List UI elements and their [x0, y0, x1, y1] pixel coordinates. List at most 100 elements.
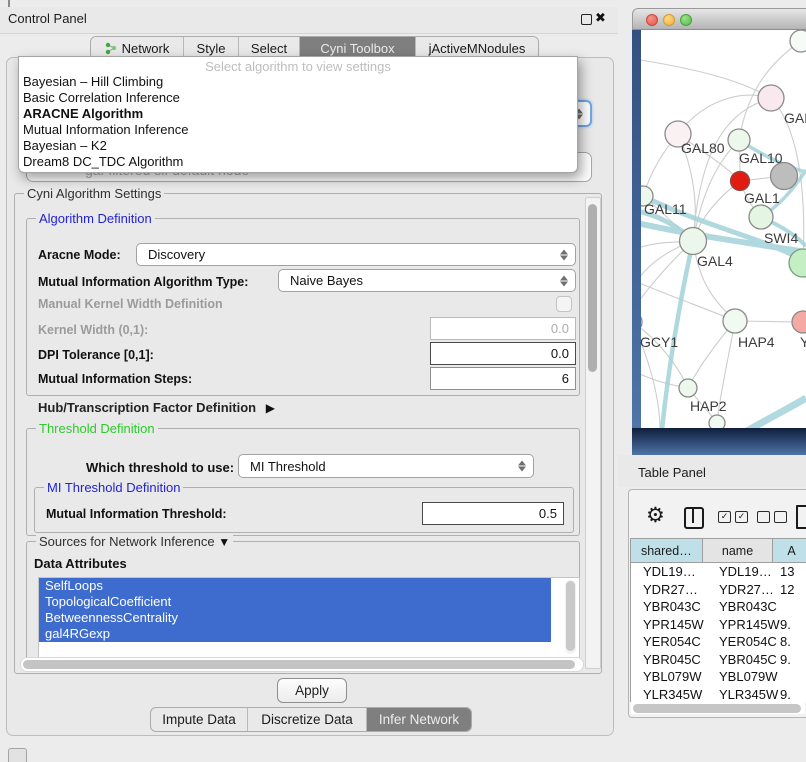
- close-traffic-light-icon[interactable]: [646, 14, 658, 26]
- table-row[interactable]: YBR045CYBR045C9.: [631, 651, 806, 669]
- settings-vertical-scrollbar[interactable]: [585, 197, 601, 669]
- sources-toggle[interactable]: Sources for Network Inference ▼: [36, 534, 233, 549]
- node[interactable]: [790, 30, 806, 52]
- node-gal1-red[interactable]: [731, 172, 750, 191]
- node-label: GAL1: [744, 190, 780, 206]
- cell: YER054C: [631, 634, 704, 649]
- tab-impute-data[interactable]: Impute Data: [151, 708, 248, 731]
- mi-threshold-group-title: MI Threshold Definition: [44, 480, 183, 495]
- cell: YBR045C: [704, 652, 776, 667]
- kernel-width-label: Kernel Width (0,1):: [38, 323, 148, 337]
- node[interactable]: [709, 415, 725, 428]
- network-window-frame: [632, 30, 641, 428]
- scrollbar-thumb[interactable]: [633, 704, 801, 713]
- network-canvas[interactable]: [641, 30, 806, 428]
- unchecked-box-icon: [757, 511, 770, 523]
- columns-icon[interactable]: [684, 507, 704, 529]
- network-icon: [105, 42, 118, 55]
- close-icon[interactable]: ✖: [595, 10, 606, 26]
- cyni-settings-title: Cyni Algorithm Settings: [24, 186, 164, 201]
- table-row[interactable]: YLR345WYLR345W9.: [631, 686, 806, 703]
- network-graph: [641, 30, 806, 428]
- select-all-columns-button[interactable]: ✓ ✓: [718, 511, 748, 523]
- combo-spinner-icon: [560, 275, 568, 286]
- bottom-tabbar: Impute Data Discretize Data Infer Networ…: [150, 707, 472, 732]
- table-row[interactable]: YDL19…YDL19…13: [631, 563, 806, 581]
- node-gal-pink[interactable]: [758, 85, 784, 111]
- tab-infer-network[interactable]: Infer Network: [367, 708, 471, 731]
- table-row[interactable]: YBL079WYBL079W: [631, 668, 806, 686]
- table-row[interactable]: YER054CYER054C8.: [631, 633, 806, 651]
- apply-button-label: Apply: [295, 683, 329, 698]
- list-item[interactable]: SelfLoops: [39, 578, 551, 594]
- cell: 8.: [776, 634, 791, 649]
- scrollbar-thumb[interactable]: [23, 660, 575, 669]
- node-salmon[interactable]: [792, 311, 806, 333]
- panel-divider-handle[interactable]: [8, 0, 10, 7]
- node-hap4[interactable]: [723, 309, 747, 333]
- list-item[interactable]: TopologicalCoefficient: [39, 594, 551, 610]
- dropdown-item[interactable]: Dream8 DC_TDC Algorithm: [19, 154, 577, 170]
- hub-definition-label: Hub/Transcription Factor Definition: [38, 400, 256, 415]
- deselect-all-columns-button[interactable]: [757, 511, 787, 523]
- cell: YDL19…: [704, 564, 776, 579]
- dropdown-item[interactable]: Bayesian – K2: [19, 138, 577, 154]
- table-row[interactable]: YBR043CYBR043C: [631, 598, 806, 616]
- combo-spinner-icon: [518, 461, 526, 472]
- list-vertical-scrollbar[interactable]: [565, 580, 576, 654]
- float-window-icon[interactable]: [581, 14, 592, 25]
- node-label: GAL4: [697, 253, 733, 269]
- cell: YDR27…: [631, 582, 704, 597]
- hub-definition-toggle[interactable]: Hub/Transcription Factor Definition ▶: [38, 400, 275, 415]
- network-window-titlebar[interactable]: [632, 8, 806, 30]
- aracne-mode-combo[interactable]: Discovery: [136, 243, 576, 266]
- dropdown-item-selected[interactable]: ARACNE Algorithm: [19, 106, 577, 122]
- node-hap2[interactable]: [679, 379, 697, 397]
- node-gray[interactable]: [771, 163, 798, 190]
- mi-type-combo[interactable]: Naive Bayes: [278, 269, 576, 292]
- node-green[interactable]: [749, 205, 773, 229]
- control-panel-title: Control Panel: [8, 11, 87, 26]
- dpi-tolerance-field[interactable]: 0.0: [430, 342, 576, 365]
- column-header-partial[interactable]: A: [773, 539, 806, 562]
- gear-icon[interactable]: ⚙: [646, 503, 665, 528]
- tab-discretize-data[interactable]: Discretize Data: [248, 708, 367, 731]
- table-row[interactable]: YPR145WYPR145W9.: [631, 616, 806, 634]
- kernel-width-field[interactable]: 0.0: [430, 317, 576, 340]
- mi-threshold-field[interactable]: 0.5: [422, 502, 564, 525]
- dropdown-item[interactable]: Bayesian – Hill Climbing: [19, 74, 577, 90]
- mi-steps-field[interactable]: 6: [430, 367, 576, 390]
- node-label: HAP4: [738, 334, 775, 350]
- chevron-right-icon: ▶: [266, 401, 275, 415]
- dropdown-item[interactable]: Basic Correlation Inference: [19, 90, 577, 106]
- node-label: SWI4: [764, 230, 798, 246]
- settings-horizontal-scrollbar[interactable]: [20, 657, 584, 672]
- control-panel-header: [0, 7, 618, 34]
- dropdown-item[interactable]: Mutual Information Inference: [19, 122, 577, 138]
- table-row[interactable]: YDR27…YDR27…12: [631, 581, 806, 599]
- zoom-traffic-light-icon[interactable]: [680, 14, 692, 26]
- minimized-frame-icon[interactable]: [8, 748, 27, 762]
- cell: 9.: [776, 652, 791, 667]
- cell: YDR27…: [704, 582, 776, 597]
- data-attributes-list[interactable]: SelfLoops TopologicalCoefficient Between…: [38, 577, 580, 658]
- page-icon[interactable]: [796, 505, 806, 529]
- node-gal4[interactable]: [680, 228, 707, 255]
- list-item[interactable]: BetweennessCentrality: [39, 610, 551, 626]
- cell: 13: [776, 564, 794, 579]
- scrollbar-thumb[interactable]: [588, 204, 597, 372]
- list-item[interactable]: gal4RGexp: [39, 626, 551, 642]
- scrollbar-thumb[interactable]: [566, 581, 575, 651]
- node-gal10[interactable]: [728, 129, 750, 151]
- column-header-name[interactable]: name: [703, 539, 774, 562]
- node-label: GAL: [784, 110, 806, 126]
- table-horizontal-scrollbar[interactable]: [631, 702, 805, 714]
- column-header-shared-name[interactable]: shared…: [631, 539, 703, 562]
- table-panel-title: Table Panel: [638, 465, 706, 480]
- manual-kernel-checkbox[interactable]: [556, 296, 572, 312]
- apply-button[interactable]: Apply: [277, 678, 347, 703]
- node-label: Y: [800, 334, 806, 350]
- tab-discretize-data-label: Discretize Data: [261, 712, 353, 727]
- which-threshold-combo[interactable]: MI Threshold: [238, 454, 534, 478]
- minimize-traffic-light-icon[interactable]: [663, 14, 675, 26]
